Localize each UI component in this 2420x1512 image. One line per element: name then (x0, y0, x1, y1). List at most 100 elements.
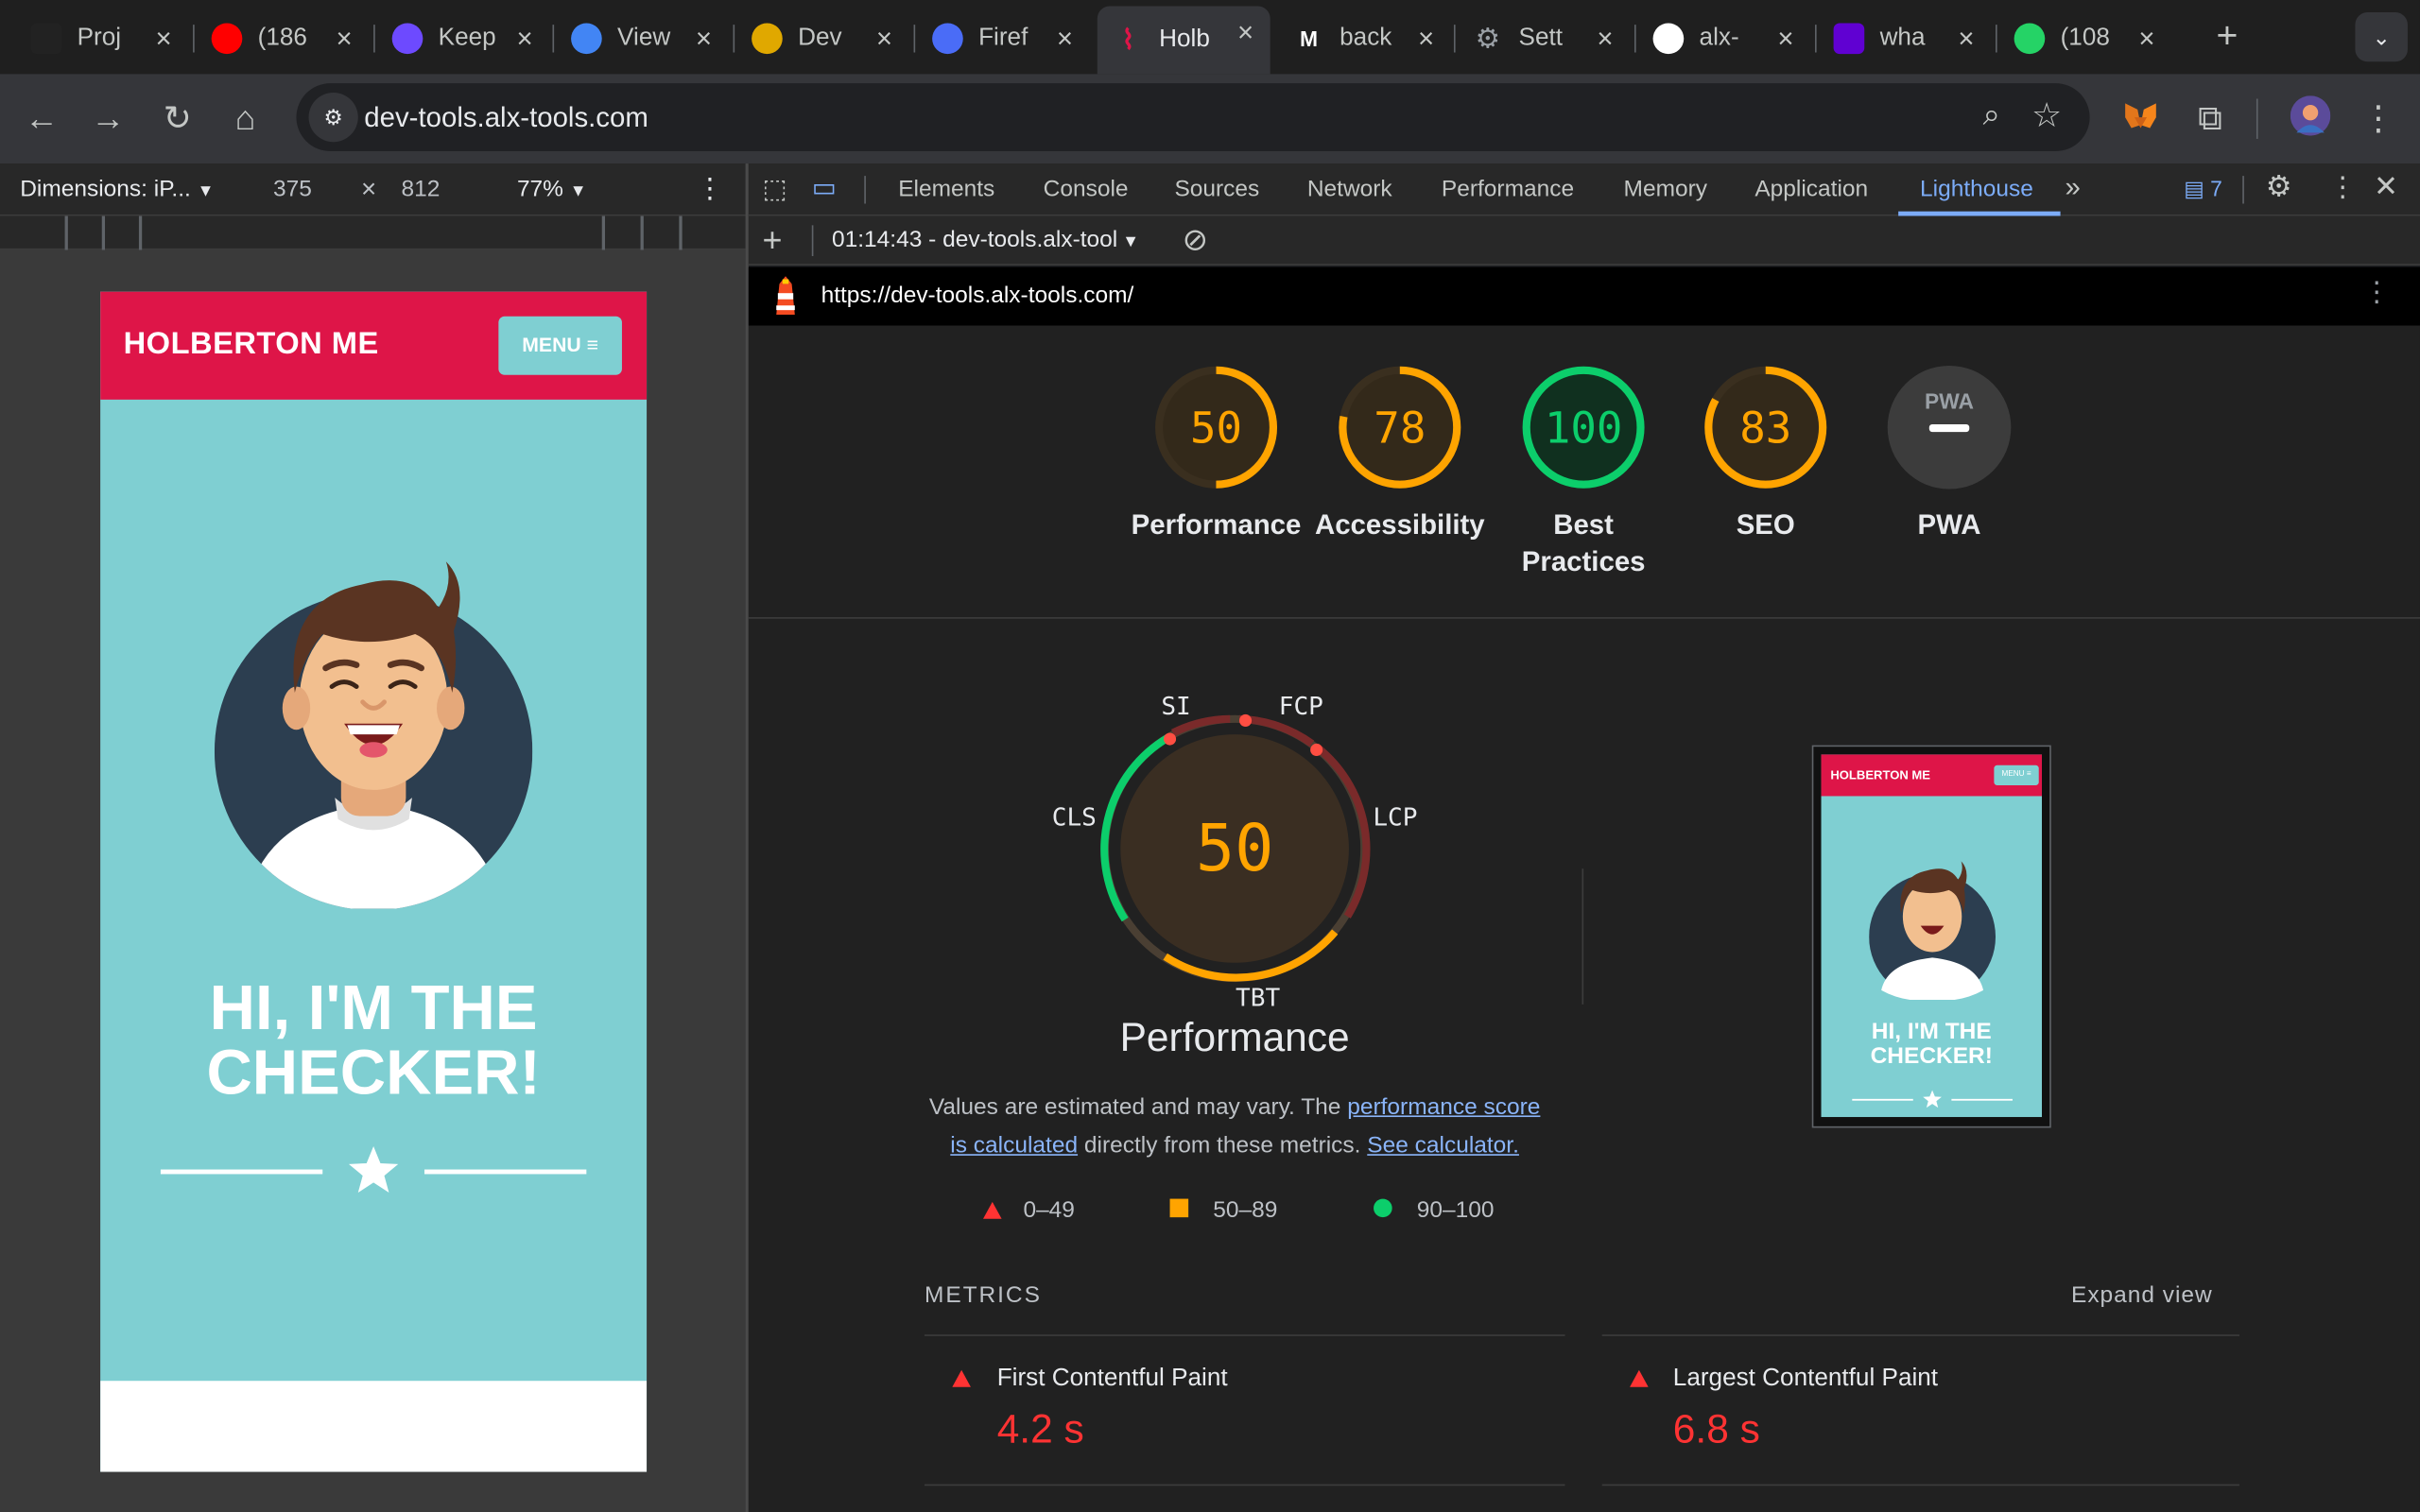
close-tab-icon[interactable]: × (332, 23, 356, 54)
lighthouse-toolbar: + 01:14:43 - dev-tools.alx-tool ▼ ⊘ (748, 215, 2420, 266)
settings-gear-icon[interactable]: ⚙ (2266, 170, 2292, 206)
tab-separator (552, 25, 555, 53)
devtools-tab-lighthouse[interactable]: Lighthouse (1920, 176, 2033, 202)
reload-icon[interactable]: ↻ (158, 98, 198, 138)
close-tab-icon[interactable]: × (1052, 23, 1077, 54)
close-tab-icon[interactable]: × (2135, 23, 2159, 54)
browser-tab[interactable]: (186 × (196, 12, 369, 65)
pass-circle-icon (1374, 1198, 1392, 1218)
divider (2242, 176, 2244, 204)
metamask-icon[interactable] (2120, 95, 2160, 135)
see-calculator-link[interactable]: See calculator. (1367, 1132, 1519, 1159)
average-square-icon (1169, 1198, 1189, 1218)
legend-fail: 0–49 (982, 1196, 1075, 1224)
close-tab-icon[interactable]: × (872, 23, 896, 54)
browser-tab[interactable]: Dev × (736, 12, 909, 65)
tab-title: Dev (798, 25, 842, 51)
score-gauge-seo[interactable]: 83 SEO (1666, 361, 1866, 593)
browser-tab[interactable]: Firef × (917, 12, 1090, 65)
forward-icon[interactable]: → (88, 98, 128, 138)
issues-icon: ▤ (2184, 176, 2204, 201)
back-icon[interactable]: ← (22, 98, 61, 138)
devtools-tab-application[interactable]: Application (1754, 176, 1868, 202)
legend-fail-label: 0–49 (1023, 1196, 1075, 1224)
new-report-icon[interactable]: + (763, 220, 783, 260)
clear-reports-icon[interactable]: ⊘ (1183, 220, 1208, 259)
inspect-element-icon[interactable]: ⬚ (763, 174, 787, 205)
browser-tab[interactable]: Keep × (376, 12, 549, 65)
devtools-tab-memory[interactable]: Memory (1624, 176, 1707, 202)
site-info-icon[interactable]: ⚙ (308, 92, 358, 143)
devtools-tab-network[interactable]: Network (1307, 176, 1392, 202)
tab-search-button[interactable]: ⌄ (2355, 12, 2408, 62)
devtools-menu-icon[interactable]: ⋮ (2329, 171, 2357, 203)
device-width-input[interactable]: 375 (273, 176, 312, 202)
tab-strip: Proj × (186 × Keep × View × Dev × Firef × ⌇ Holb × Mbac… (0, 0, 2420, 75)
device-toolbar-icon[interactable]: ▭ (812, 173, 837, 204)
browser-tab[interactable]: (108 × (1998, 12, 2171, 65)
pwa-dash (1928, 423, 1970, 433)
browser-tab[interactable]: Proj × (15, 12, 188, 65)
report-menu-icon[interactable]: ⋮ (2363, 276, 2391, 308)
devtools-tab-console[interactable]: Console (1044, 176, 1129, 202)
score-gauge-best-practices[interactable]: 100 Best Practices (1483, 361, 1684, 593)
devtools-tab-elements[interactable]: Elements (898, 176, 994, 202)
note-text: directly from these metrics. (1078, 1132, 1368, 1160)
close-tab-icon[interactable]: × (1773, 23, 1798, 54)
devtools-tab-bar: ⬚ ▭ Elements Console Sources Network Perform… (748, 163, 2420, 216)
devtools-tab-performance[interactable]: Performance (1442, 176, 1574, 202)
bookmark-star-icon[interactable]: ☆ (2031, 95, 2062, 135)
browser-tab[interactable]: View × (556, 12, 729, 65)
expand-view-toggle[interactable]: Expand view (2071, 1282, 2213, 1309)
medium-icon: M (1299, 26, 1319, 51)
yahoo-icon (1833, 23, 1865, 55)
headline-line-1: HI, I'M THE (209, 971, 538, 1043)
dimensions-select[interactable]: Dimensions: iP... ▼ (20, 176, 214, 202)
device-more-icon[interactable]: ⋮ (696, 173, 723, 205)
vertical-divider (1582, 868, 1584, 1005)
thumb-header: HOLBERTON ME MENU ≡ (1821, 754, 2042, 797)
close-devtools-icon[interactable]: ✕ (2374, 170, 2398, 206)
address-url[interactable]: dev-tools.alx-tools.com (364, 102, 648, 134)
browser-menu-icon[interactable]: ⋮ (2359, 98, 2398, 138)
home-icon[interactable]: ⌂ (225, 98, 265, 138)
tab-separator (1996, 25, 1997, 53)
device-height-input[interactable]: 812 (401, 176, 440, 202)
issues-badge[interactable]: ▤ 7 (2184, 176, 2222, 202)
fcp-marker (1239, 713, 1253, 727)
browser-tab[interactable]: wha × (1818, 12, 1991, 65)
zoom-icon[interactable]: ⌕ (1983, 98, 2000, 134)
browser-tab[interactable]: ⌇ Holb × (1097, 6, 1270, 75)
close-tab-icon[interactable]: × (512, 23, 537, 54)
metric-value: 6.8 s (1672, 1405, 1760, 1452)
score-gauge-pwa[interactable]: PWA PWA (1849, 361, 2049, 593)
new-tab-button[interactable]: + (2210, 18, 2244, 56)
devtools-tab-sources[interactable]: Sources (1174, 176, 1259, 202)
report-selector[interactable]: 01:14:43 - dev-tools.alx-tool ▼ (832, 227, 1139, 253)
menu-button[interactable]: MENU ≡ (498, 316, 622, 375)
profile-avatar[interactable] (2290, 95, 2331, 136)
tab-separator (733, 25, 735, 53)
extensions-icon[interactable]: ⧉ (2190, 98, 2230, 138)
score-gauge-performance[interactable]: 50 Performance (1115, 361, 1316, 593)
close-tab-icon[interactable]: × (151, 23, 176, 54)
close-tab-icon[interactable]: × (1954, 23, 1979, 54)
report-url-bar: https://dev-tools.alx-tools.com/ ⋮ (748, 266, 2420, 326)
github-icon (1652, 23, 1685, 55)
close-tab-icon[interactable]: × (1593, 23, 1617, 54)
close-tab-icon[interactable]: × (1233, 17, 1257, 48)
report-url[interactable]: https://dev-tools.alx-tools.com/ (821, 283, 1134, 309)
browser-tab[interactable]: Mback × (1278, 12, 1451, 65)
close-tab-icon[interactable]: × (691, 23, 716, 54)
final-screenshot-thumbnail[interactable]: HOLBERTON ME MENU ≡ HI, I'M THE CHECKER! (1811, 745, 2051, 1128)
zoom-select[interactable]: 77% ▼ (517, 176, 587, 202)
close-tab-icon[interactable]: × (1414, 23, 1439, 54)
browser-tab[interactable]: alx- × (1637, 12, 1810, 65)
section-divider (748, 617, 2420, 619)
media-query-ruler[interactable] (0, 215, 746, 250)
score-gauge-accessibility[interactable]: 78 Accessibility (1300, 361, 1500, 593)
address-bar[interactable]: ⚙ dev-tools.alx-tools.com ⌕ ☆ (296, 83, 2090, 151)
page-brand[interactable]: HOLBERTON ME (124, 327, 379, 363)
browser-tab[interactable]: ⚙ Sett × (1457, 12, 1630, 65)
more-tabs-icon[interactable]: » (2065, 171, 2080, 203)
